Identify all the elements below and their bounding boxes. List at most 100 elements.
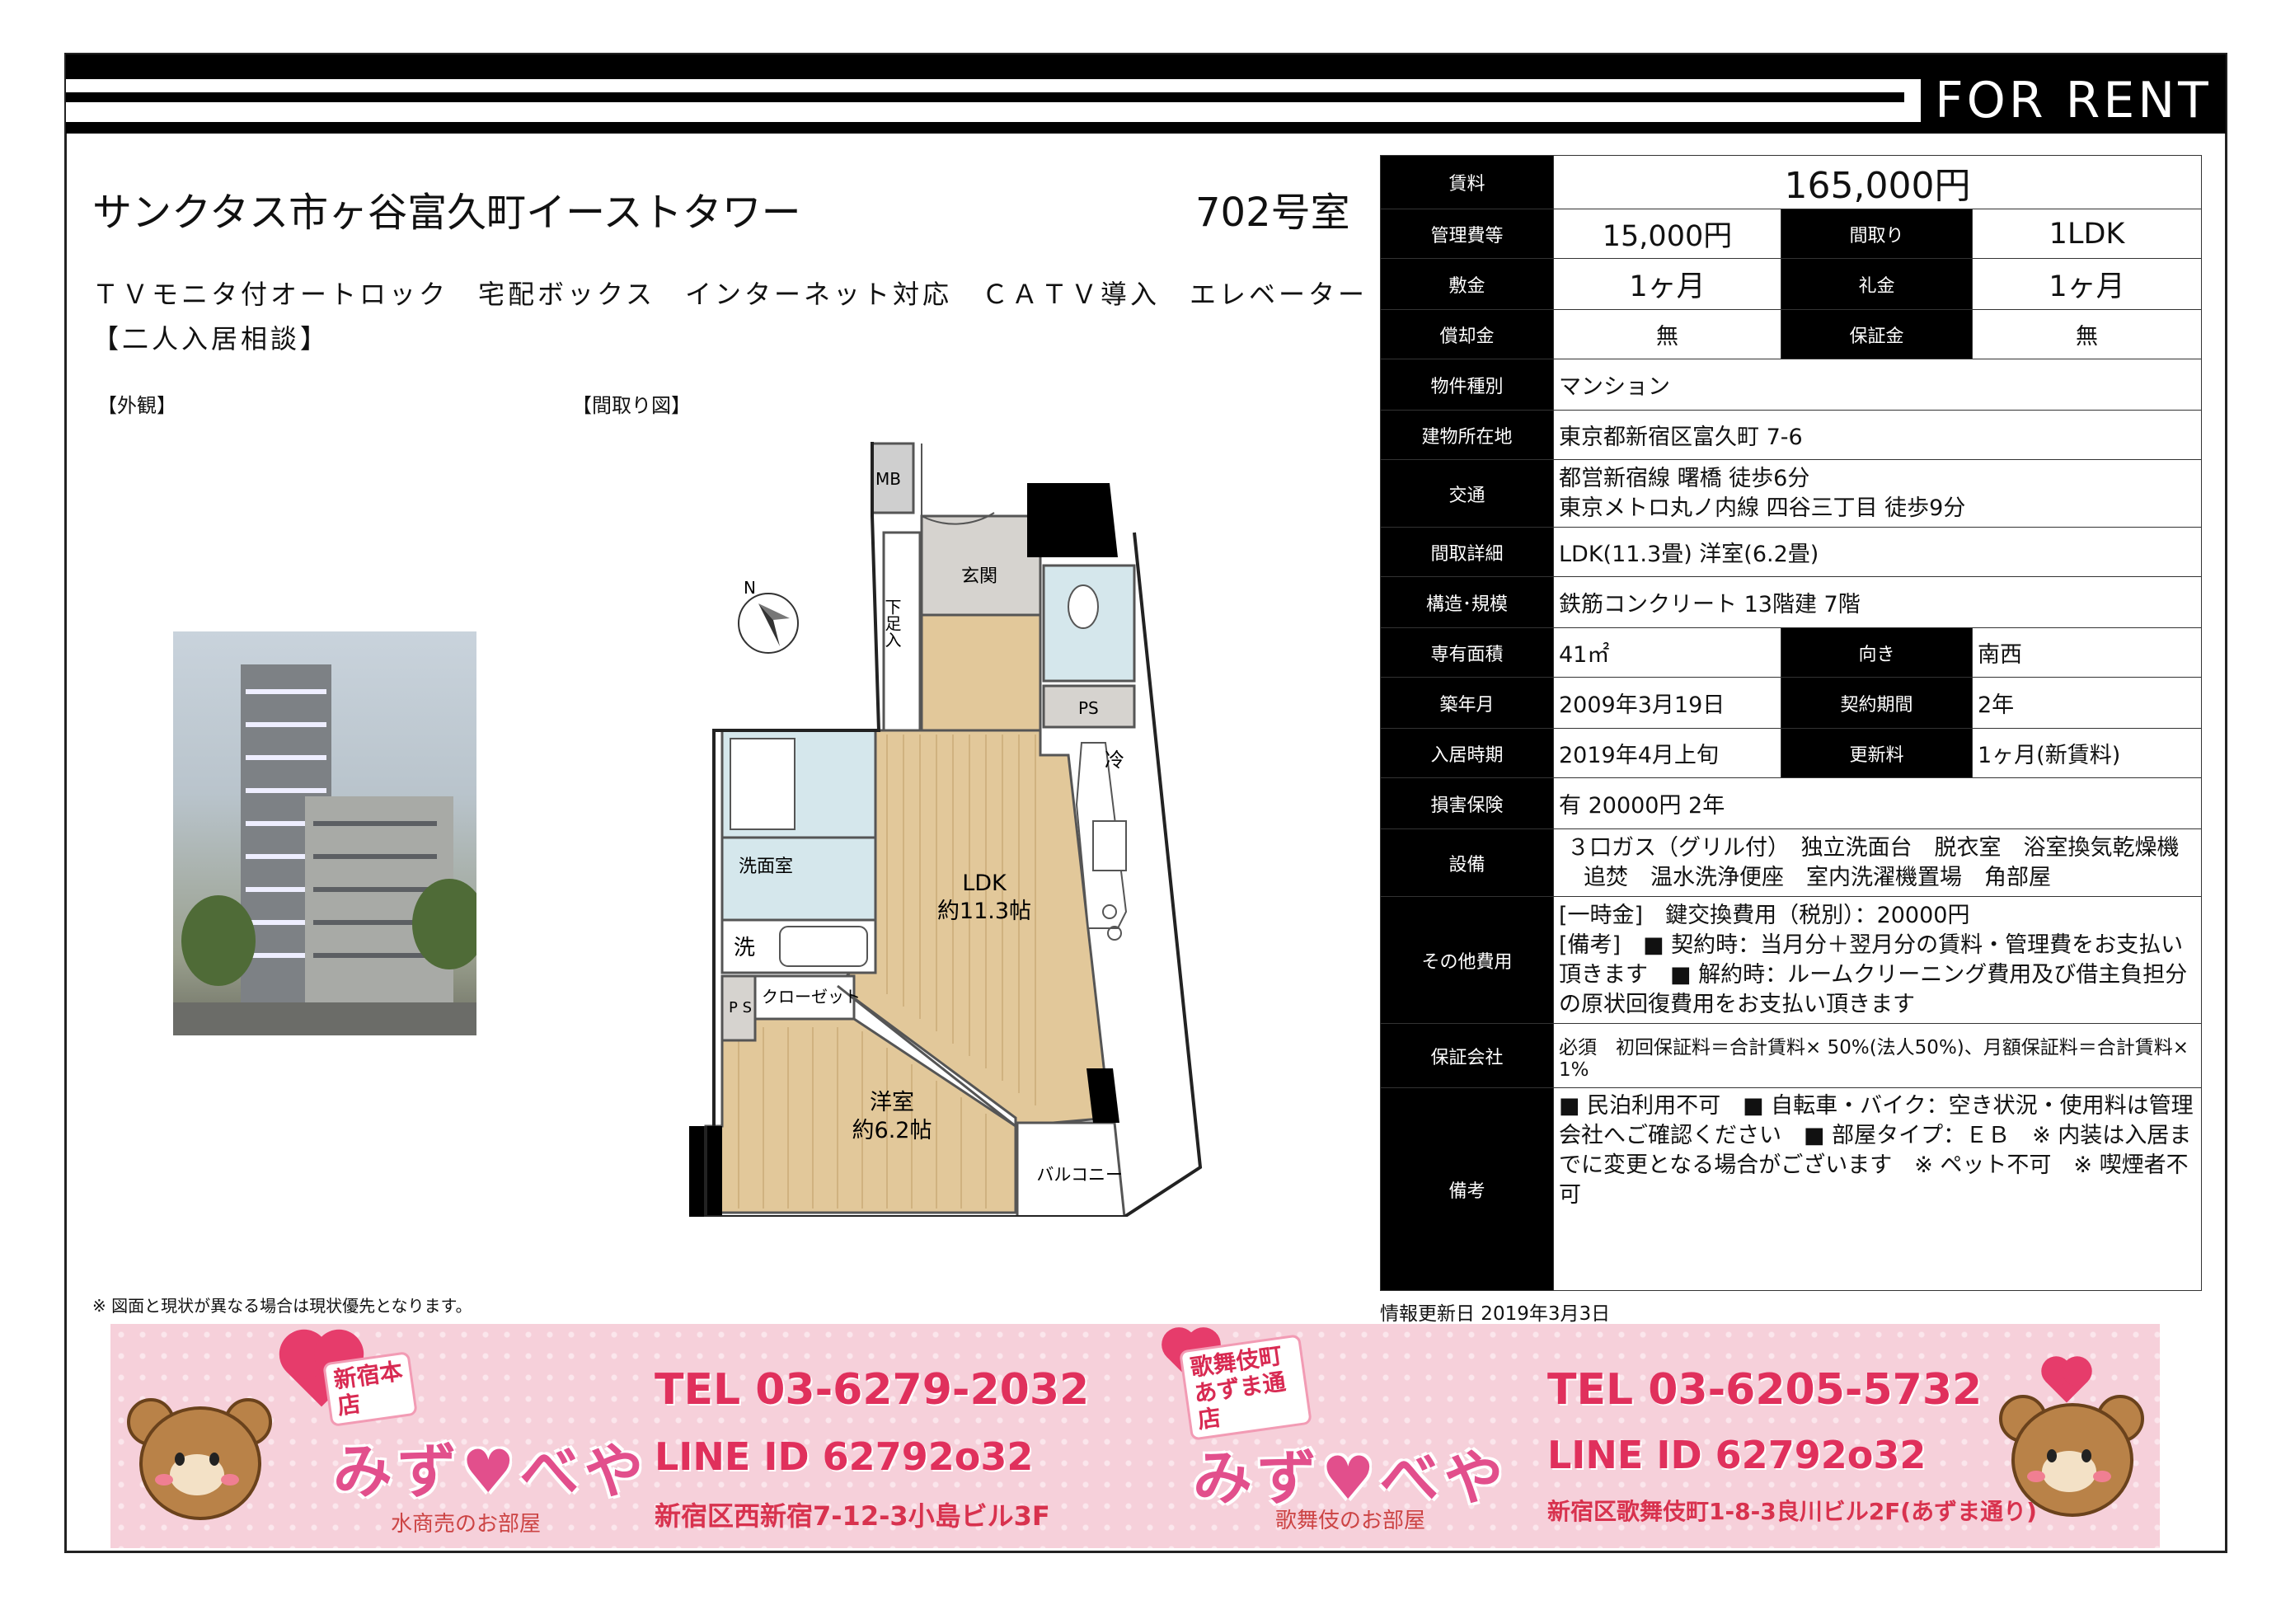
deposit-label: 敷金 [1380, 258, 1554, 310]
header-bar: FOR RENT [66, 54, 2226, 134]
move-in-value: 2019年4月上旬 [1553, 728, 1781, 778]
deposit-value: 1ヶ月 [1553, 258, 1781, 310]
updated-date: 情報更新日 2019年3月3日 [1380, 1303, 1611, 1325]
line-id: LINE ID 62792o32 [655, 1434, 1034, 1479]
management-fee-value: 15,000円 [1553, 209, 1781, 259]
floor-plan: MB 玄関 下足入 PS 冷 洗面室 洗 P S クローゼット LDK 約11.… [689, 442, 1203, 1217]
direction-value: 南西 [1971, 627, 2203, 678]
equipment-label: 設備 [1380, 828, 1554, 897]
room-number: 702号室 [1195, 190, 1350, 236]
other-fees-line-1: [一時金] 鍵交換費用（税別）：20000円 [1559, 902, 1970, 928]
brand-subtitle: 歌舞伎のお部屋 [1275, 1509, 1426, 1533]
ldk-size: 約11.3帖 [937, 899, 1031, 924]
built-label: 築年月 [1380, 677, 1554, 729]
features-line-1: ＴＶモニタ付オートロック 宅配ボックス インターネット対応 ＣＡＴＶ導入 エレベ… [92, 279, 1368, 310]
equipment-line-2: 追焚 温水洗浄便座 室内洗濯機置場 角部屋 [1584, 864, 2051, 890]
property-name: サンクタス市ヶ谷富久町イーストタワー [92, 190, 801, 236]
balcony-label: バルコニー [1036, 1165, 1123, 1185]
ps1-label: PS [1078, 698, 1099, 718]
remarks-line-3: でに変更となる場合がございます ※ ペット不可 ※ 喫煙者不 [1559, 1152, 2189, 1178]
features: ＴＶモニタ付オートロック 宅配ボックス インターネット対応 ＣＡＴＶ導入 エレベ… [92, 272, 1368, 361]
move-in-label: 入居時期 [1380, 728, 1554, 778]
banner-left: 新宿本店 みず♥べや 水商売のお部屋 TEL 03-6279-2032 LINE… [110, 1324, 1135, 1548]
guarantor-value: 必須 初回保証料＝合計賃料× 50%(法人50%)、月額保証料＝合計賃料× 1% [1552, 1023, 2203, 1088]
remarks-label: 備考 [1380, 1087, 1554, 1291]
pillar [1027, 483, 1118, 557]
brand-logo: みず♥べや [333, 1437, 649, 1506]
other-fees-label: その他費用 [1380, 896, 1554, 1024]
line-id: LINE ID 62792o32 [1547, 1433, 1927, 1477]
contract-term-value: 2年 [1971, 677, 2203, 729]
agency-banner: 新宿本店 みず♥べや 水商売のお部屋 TEL 03-6279-2032 LINE… [110, 1324, 2160, 1548]
ldk-label: LDK [962, 871, 1007, 896]
washroom [720, 836, 877, 922]
disclaimer-note: ※ 図面と現状が異なる場合は現状優先となります。 [92, 1296, 472, 1316]
genkan-label: 玄関 [961, 566, 997, 587]
shoe-label: 下足入 [882, 598, 902, 648]
transport-line-1: 都営新宿線 曙橋 徒歩6分 [1559, 465, 1810, 491]
other-fees-line-2: [備考] ■ 契約時：当月分＋翌月分の賃料・管理費をお支払い [1559, 932, 2184, 958]
bear-mascot-icon [127, 1390, 272, 1530]
renewal-fee-value: 1ヶ月(新賃料) [1971, 728, 2203, 778]
amortization-value: 無 [1553, 309, 1781, 359]
structure-value: 鉄筋コンクリート 13階建 7階 [1552, 576, 2203, 628]
exterior-photo [173, 631, 476, 1035]
structure-label: 構造･規模 [1380, 576, 1554, 628]
management-fee-label: 管理費等 [1380, 209, 1554, 259]
transport-line-2: 東京メトロ丸ノ内線 四谷三丁目 徒歩9分 [1559, 495, 1966, 521]
direction-label: 向き [1781, 627, 1973, 678]
floorplan-heading: 【間取り図】 [572, 394, 691, 417]
remarks-line-4: 可 [1559, 1182, 1581, 1208]
property-type-value: マンション [1552, 359, 2203, 411]
ps2-label: P S [729, 999, 752, 1016]
branch-tag: 歌舞伎町あずま通店 [1179, 1334, 1312, 1441]
layout-value: 1LDK [1971, 209, 2203, 259]
washroom-label: 洗面室 [739, 857, 793, 877]
banner-right: 歌舞伎町あずま通店 みず♥べや 歌舞伎のお部屋 TEL 03-6205-5732… [1135, 1324, 2160, 1548]
layout-detail-value: LDK(11.3畳) 洋室(6.2畳) [1552, 527, 2203, 577]
features-line-2: 【二人入居相談】 [92, 323, 331, 354]
guarantee-label: 保証金 [1781, 309, 1973, 359]
shop-address: 新宿区歌舞伎町1-8-3良川ビル2F(あずま通り) [1547, 1498, 2037, 1525]
guarantor-label: 保証会社 [1380, 1023, 1554, 1088]
closet-label: クローゼット [762, 987, 861, 1007]
remarks-line-1: ■ 民泊利用不可 ■ 自転車・バイク：空き状況・使用料は管理 [1559, 1093, 2194, 1119]
fridge-label: 冷 [1105, 749, 1124, 772]
guarantee-value: 無 [1971, 309, 2203, 359]
key-money-value: 1ヶ月 [1971, 258, 2203, 310]
insurance-label: 損害保険 [1380, 777, 1554, 829]
address-label: 建物所在地 [1380, 410, 1554, 460]
address-value: 東京都新宿区富久町 7-6 [1552, 410, 2203, 460]
property-type-label: 物件種別 [1380, 359, 1554, 411]
washer-label: 洗 [734, 936, 755, 960]
renewal-fee-label: 更新料 [1781, 728, 1973, 778]
area-value: 41㎡ [1553, 627, 1781, 678]
western-room-size: 約6.2帖 [852, 1118, 932, 1143]
property-info-table: 賃料 165,000円 管理費等 15,000円 間取り 1LDK 敷金 1ヶ月… [1380, 155, 2203, 1291]
phone-number[interactable]: TEL 03-6279-2032 [655, 1365, 1089, 1415]
brand-subtitle: 水商売のお部屋 [391, 1512, 542, 1537]
layout-detail-label: 間取詳細 [1380, 527, 1554, 577]
equipment-line-1: ３口ガス（グリル付） 独立洗面台 脱衣室 浴室換気乾燥機 [1567, 834, 2180, 861]
shop-address: 新宿区西新宿7-12-3小島ビル3F [655, 1500, 1050, 1532]
entrance-area [920, 514, 1042, 617]
phone-number[interactable]: TEL 03-6205-5732 [1547, 1365, 1982, 1415]
layout-label: 間取り [1781, 209, 1973, 259]
mb-label: MB [875, 469, 901, 489]
transport-label: 交通 [1380, 459, 1554, 528]
built-value: 2009年3月19日 [1553, 677, 1781, 729]
rent-label: 賃料 [1380, 155, 1554, 209]
exterior-heading: 【外観】 [97, 394, 176, 417]
other-fees-line-3: 頂きます ■ 解約時：ルームクリーニング費用及び借主負担分 [1559, 961, 2188, 988]
area-label: 専有面積 [1380, 627, 1554, 678]
rent-value: 165,000円 [1552, 155, 2203, 209]
key-money-label: 礼金 [1781, 258, 1973, 310]
western-room-label: 洋室 [870, 1090, 914, 1115]
insurance-value: 有 20000円 2年 [1552, 777, 2203, 829]
amortization-label: 償却金 [1380, 309, 1554, 359]
branch-tag: 新宿本店 [322, 1351, 418, 1427]
bear-mascot-icon [1999, 1387, 2144, 1527]
other-fees-line-4: の原状回復費用をお支払い頂きます [1559, 991, 1915, 1017]
for-rent-label: FOR RENT [1921, 76, 2226, 125]
contract-term-label: 契約期間 [1781, 677, 1973, 729]
